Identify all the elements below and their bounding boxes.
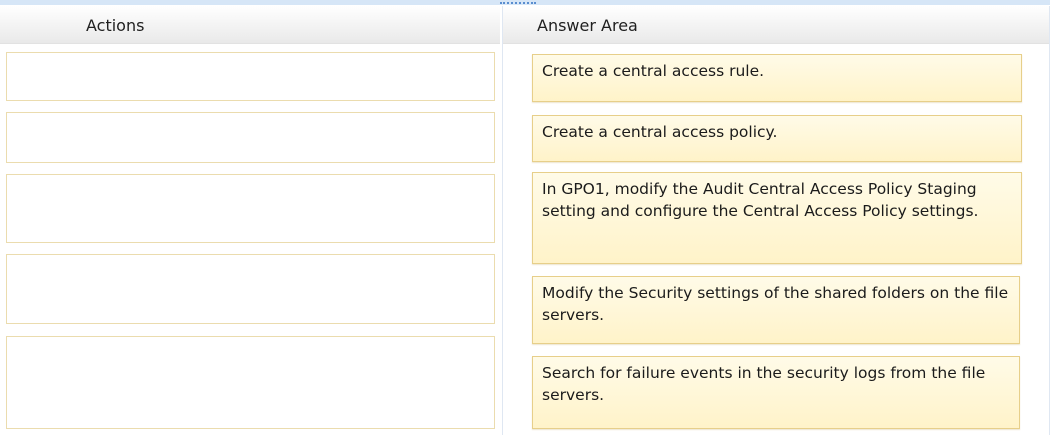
action-drop-slot-4[interactable] <box>6 254 495 324</box>
action-drop-slot-3[interactable] <box>6 174 495 243</box>
answer-item-3[interactable]: In GPO1, modify the Audit Central Access… <box>532 172 1022 264</box>
answer-item-2[interactable]: Create a central access policy. <box>532 115 1022 162</box>
action-drop-slot-1[interactable] <box>6 52 495 101</box>
action-drop-slot-2[interactable] <box>6 112 495 163</box>
answer-item-1[interactable]: Create a central access rule. <box>532 54 1022 102</box>
answer-item-5[interactable]: Search for failure events in the securit… <box>532 356 1020 429</box>
answer-item-4[interactable]: Modify the Security settings of the shar… <box>532 276 1020 344</box>
answer-area-header: Answer Area <box>503 6 1049 44</box>
actions-header: Actions <box>0 6 500 44</box>
action-drop-slot-5[interactable] <box>6 336 495 429</box>
answer-area-panel: Answer Area Create a central access rule… <box>502 6 1050 435</box>
actions-panel: Actions <box>0 6 500 435</box>
